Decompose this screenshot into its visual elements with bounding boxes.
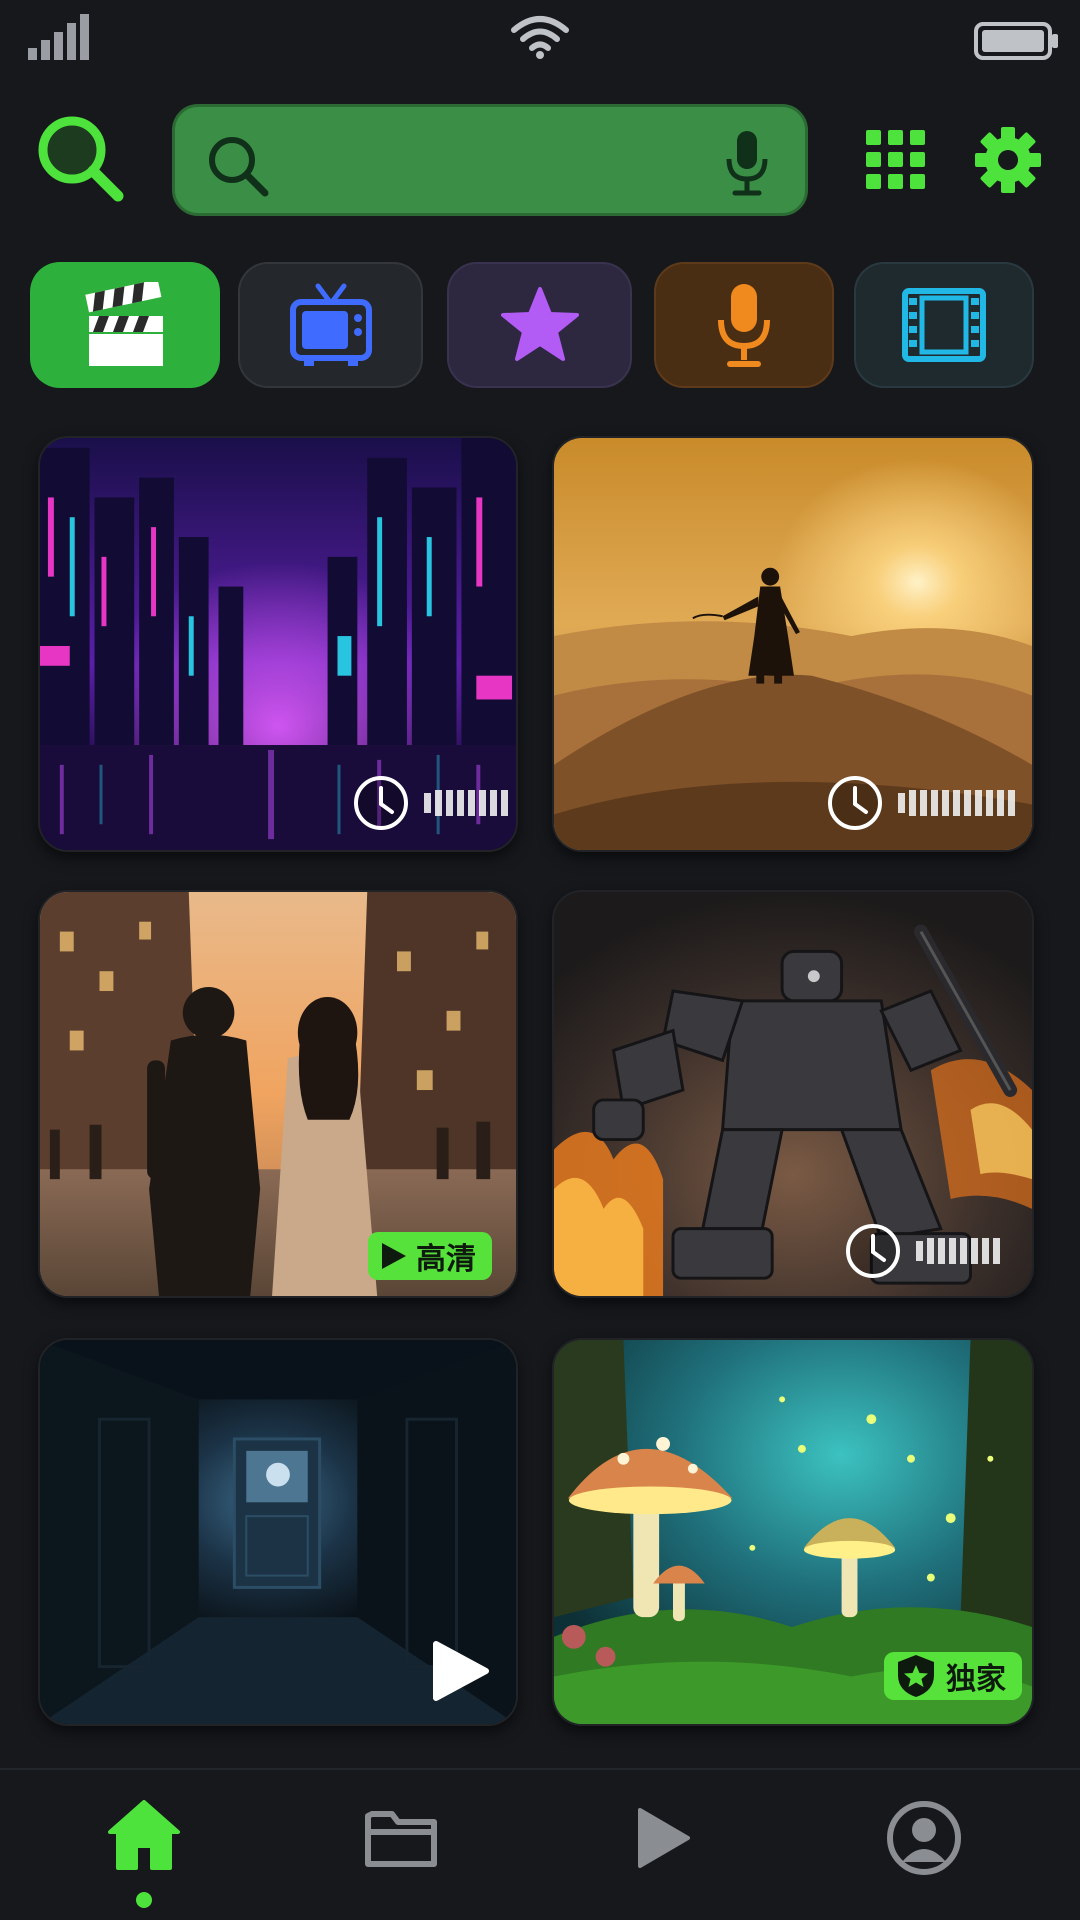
video-card[interactable] — [38, 1338, 518, 1726]
video-card[interactable] — [552, 890, 1034, 1298]
folder-icon[interactable] — [364, 1806, 438, 1870]
tab-movies[interactable] — [30, 262, 220, 388]
duration-bars — [424, 790, 508, 816]
mic-icon[interactable] — [721, 129, 773, 199]
video-card[interactable]: 独家 — [552, 1338, 1034, 1726]
gear-icon[interactable] — [974, 126, 1042, 194]
home-icon[interactable] — [106, 1798, 182, 1870]
video-card[interactable] — [552, 436, 1034, 852]
clock-icon — [846, 1224, 900, 1278]
play-icon[interactable] — [636, 1806, 692, 1870]
tab-podcast[interactable] — [654, 262, 834, 388]
video-card[interactable]: 高清 — [38, 890, 518, 1298]
microphone-icon — [718, 284, 770, 367]
exclusive-badge-label: 独家 — [946, 1662, 1006, 1697]
duration-overlay — [844, 1222, 1000, 1280]
bottom-nav — [0, 1768, 1080, 1920]
exclusive-badge: 独家 — [884, 1652, 1022, 1700]
search-input[interactable] — [285, 137, 685, 187]
video-card[interactable] — [38, 436, 518, 852]
search-bar[interactable] — [172, 104, 808, 216]
play-icon — [382, 1243, 406, 1269]
category-tabs — [0, 262, 1080, 388]
play-icon[interactable] — [430, 1638, 490, 1704]
tv-icon — [289, 283, 372, 366]
shield-star-icon — [898, 1655, 934, 1697]
search-icon — [209, 137, 269, 197]
duration-bars — [898, 790, 1015, 816]
clock-icon — [828, 776, 882, 830]
tab-favorites[interactable] — [447, 262, 632, 388]
wifi-icon — [511, 16, 569, 59]
duration-overlay — [352, 774, 508, 832]
signal-icon — [28, 14, 89, 60]
tab-film[interactable] — [854, 262, 1034, 388]
film-icon — [902, 288, 986, 362]
battery-icon — [974, 22, 1058, 60]
header — [0, 100, 1080, 220]
profile-icon[interactable] — [886, 1800, 962, 1876]
hd-badge-label: 高清 — [416, 1242, 476, 1277]
hd-badge: 高清 — [368, 1232, 492, 1280]
duration-bars — [916, 1238, 1000, 1264]
clock-icon — [354, 776, 408, 830]
tab-tv[interactable] — [238, 262, 423, 388]
active-indicator — [136, 1892, 152, 1908]
status-bar — [0, 0, 1080, 80]
clapperboard-icon — [85, 282, 163, 366]
search-icon[interactable] — [32, 110, 128, 206]
star-icon — [500, 287, 579, 361]
duration-overlay — [826, 774, 1015, 832]
grid-icon[interactable] — [866, 130, 926, 190]
